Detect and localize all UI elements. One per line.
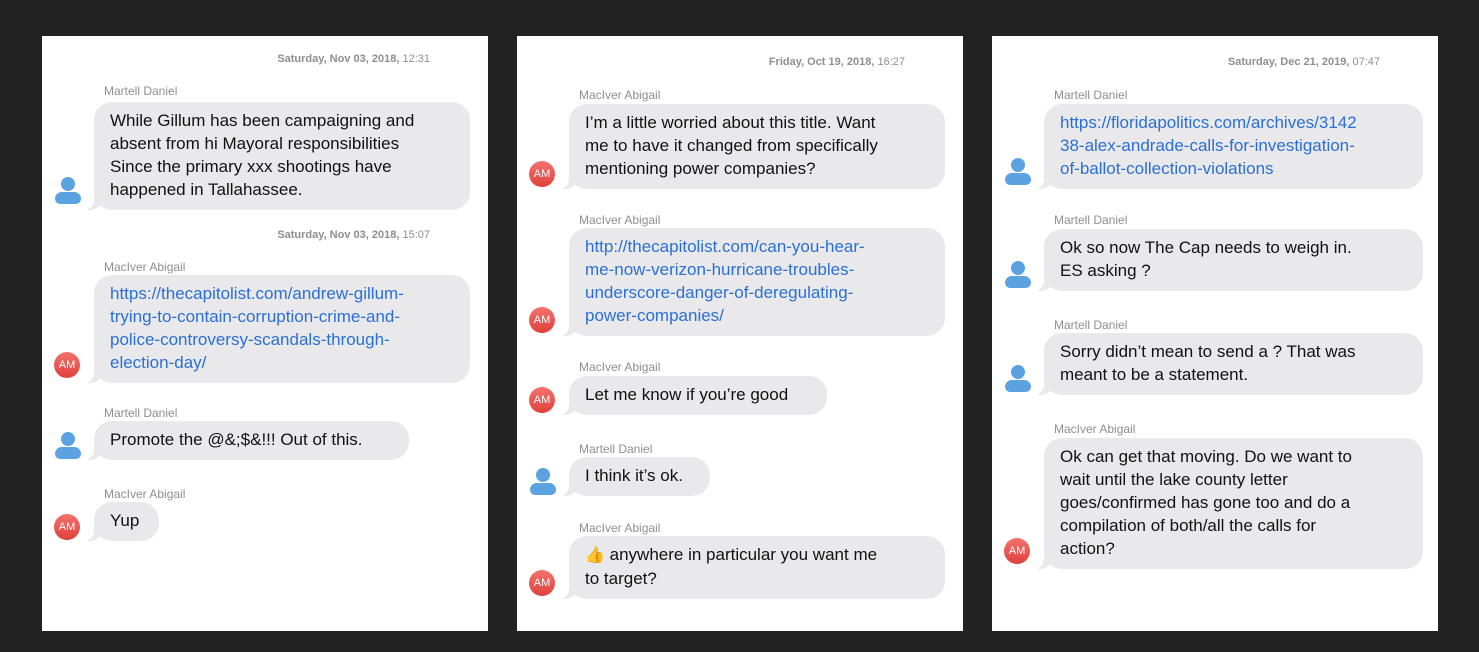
message-bubble[interactable]: https://floridapolitics.com/archives/314… xyxy=(1034,104,1423,189)
message-bubble[interactable]: Let me know if you’re good xyxy=(559,376,827,415)
bubble-tail xyxy=(559,175,579,189)
sender-name: MacIver Abigail xyxy=(104,260,186,274)
message-text: Yup xyxy=(110,511,140,530)
timestamp: Saturday, Nov 03, 2018, 15:07 xyxy=(277,229,430,241)
sender-name: MacIver Abigail xyxy=(579,213,661,227)
message-bubble[interactable]: Ok so now The Cap needs to weigh in. ES … xyxy=(1034,229,1423,291)
timestamp-time: 15:07 xyxy=(402,229,430,241)
message-text: While Gillum has been campaigning and ab… xyxy=(110,111,415,199)
bubble-tail xyxy=(559,401,579,415)
message-text: Ok so now The Cap needs to weigh in. ES … xyxy=(1060,238,1352,280)
sender-name: Martell Daniel xyxy=(1054,318,1128,332)
person-icon xyxy=(529,468,557,496)
sender-name: MacIver Abigail xyxy=(104,487,186,501)
timestamp-date: Saturday, Nov 03, 2018, xyxy=(277,53,400,65)
bubble-tail xyxy=(84,527,104,541)
sender-name: MacIver Abigail xyxy=(579,521,661,535)
avatar-am: AM xyxy=(529,387,555,413)
sender-name: MacIver Abigail xyxy=(579,360,661,374)
timestamp-date: Saturday, Dec 21, 2019, xyxy=(1227,56,1350,68)
sender-name: MacIver Abigail xyxy=(579,88,661,102)
message-bubble[interactable]: I think it’s ok. xyxy=(559,457,710,496)
message-bubble[interactable]: Sorry didn’t mean to send a ? That was m… xyxy=(1034,333,1423,395)
thumbs-up-icon: 👍 xyxy=(585,547,605,564)
bubble-tail xyxy=(1034,381,1054,395)
bubble-tail xyxy=(1034,175,1054,189)
message-bubble[interactable]: http://thecapitolist.com/can-you-hear- m… xyxy=(559,228,945,336)
conversation-panel-1: Saturday, Nov 03, 2018, 12:31 Martell Da… xyxy=(42,36,488,631)
bubble-tail xyxy=(559,482,579,496)
avatar-am: AM xyxy=(54,514,80,540)
person-icon xyxy=(1004,365,1032,393)
avatar-am: AM xyxy=(54,352,80,378)
sender-name: MacIver Abigail xyxy=(1054,422,1136,436)
timestamp: Friday, Oct 19, 2018, 16:27 xyxy=(769,56,905,68)
conversation-panel-2: Friday, Oct 19, 2018, 16:27 MacIver Abig… xyxy=(517,36,963,631)
avatar-am: AM xyxy=(529,307,555,333)
message-bubble[interactable]: I’m a little worried about this title. W… xyxy=(559,104,945,189)
avatar-am: AM xyxy=(1004,538,1030,564)
bubble-tail xyxy=(559,585,579,599)
person-icon xyxy=(54,432,82,460)
message-text: I’m a little worried about this title. W… xyxy=(585,113,878,178)
timestamp-date: Friday, Oct 19, 2018, xyxy=(768,56,875,68)
avatar-am: AM xyxy=(529,161,555,187)
bubble-tail xyxy=(84,196,104,210)
avatar-am: AM xyxy=(529,570,555,596)
message-text: I think it’s ok. xyxy=(585,466,683,485)
bubble-tail xyxy=(1034,555,1054,569)
timestamp-time: 12:31 xyxy=(402,53,430,65)
message-bubble[interactable]: Ok can get that moving. Do we want to wa… xyxy=(1034,438,1423,569)
message-text: 👍 anywhere in particular you want me to … xyxy=(585,545,878,588)
bubble-tail xyxy=(1034,277,1054,291)
timestamp-time: 07:47 xyxy=(1352,56,1380,68)
message-link[interactable]: https://thecapitolist.com/andrew-gillum-… xyxy=(110,282,454,374)
person-icon xyxy=(54,177,82,205)
bubble-tail xyxy=(84,369,104,383)
timestamp: Saturday, Dec 21, 2019, 07:47 xyxy=(1228,56,1380,68)
conversation-panel-3: Saturday, Dec 21, 2019, 07:47 Martell Da… xyxy=(992,36,1438,631)
message-bubble[interactable]: https://thecapitolist.com/andrew-gillum-… xyxy=(84,275,470,383)
bubble-tail xyxy=(559,322,579,336)
message-link[interactable]: http://thecapitolist.com/can-you-hear- m… xyxy=(585,235,929,327)
person-icon xyxy=(1004,158,1032,186)
sender-name: Martell Daniel xyxy=(1054,88,1128,102)
timestamp-date: Saturday, Nov 03, 2018, xyxy=(277,229,400,241)
person-icon xyxy=(1004,261,1032,289)
message-bubble[interactable]: Promote the @&;$&!!! Out of this. xyxy=(84,421,409,460)
bubble-tail xyxy=(84,446,104,460)
timestamp-time: 16:27 xyxy=(877,56,905,68)
sender-name: Martell Daniel xyxy=(104,84,178,98)
sender-name: Martell Daniel xyxy=(1054,213,1128,227)
message-bubble[interactable]: 👍 anywhere in particular you want me to … xyxy=(559,536,945,599)
message-bubble[interactable]: Yup xyxy=(84,502,159,541)
timestamp: Saturday, Nov 03, 2018, 12:31 xyxy=(277,53,430,65)
message-text: Let me know if you’re good xyxy=(585,385,789,404)
message-link[interactable]: https://floridapolitics.com/archives/314… xyxy=(1060,111,1407,180)
message-text: Sorry didn’t mean to send a ? That was m… xyxy=(1060,342,1356,384)
message-text: Promote the @&;$&!!! Out of this. xyxy=(110,430,363,449)
sender-name: Martell Daniel xyxy=(104,406,178,420)
message-bubble[interactable]: While Gillum has been campaigning and ab… xyxy=(84,102,470,210)
message-text: Ok can get that moving. Do we want to wa… xyxy=(1060,447,1352,558)
sender-name: Martell Daniel xyxy=(579,442,653,456)
